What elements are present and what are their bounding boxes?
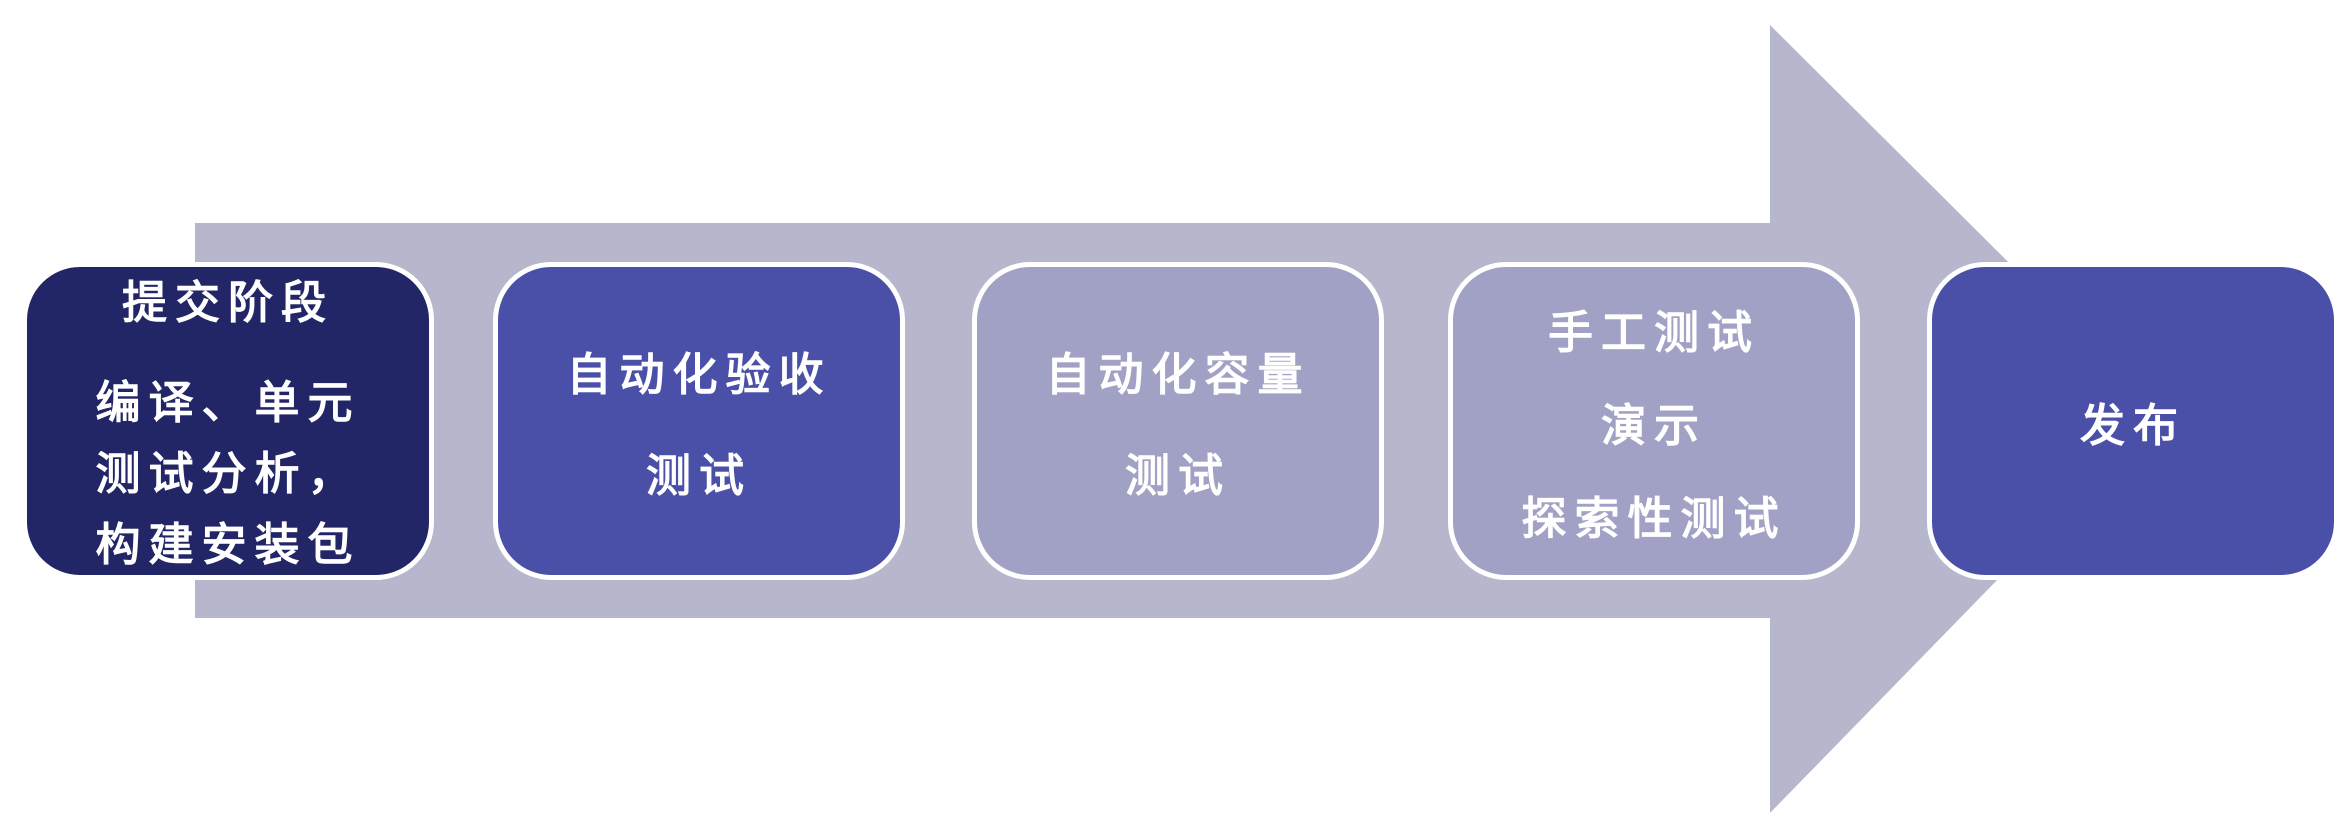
- stage-commit-line-3: 构建安装包: [95, 518, 361, 571]
- stage-commit-line-2: 测试分析，: [95, 447, 361, 500]
- stage-release: 发布: [1927, 262, 2339, 580]
- stage-automated-capacity: 自动化容量 测试: [972, 262, 1384, 580]
- stage-automated-capacity-line-2: 测试: [1124, 449, 1231, 502]
- stage-automated-capacity-line-1: 自动化容量: [1045, 348, 1311, 401]
- stage-commit-line-1: 编译、单元: [95, 376, 361, 429]
- stage-manual-testing-line-1: 手工测试: [1547, 305, 1760, 359]
- stage-release-line-1: 发布: [2079, 398, 2186, 452]
- stage-manual-testing-line-2: 演示: [1600, 398, 1707, 452]
- stage-commit: 提交阶段 编译、单元 测试分析， 构建安装包: [22, 262, 434, 580]
- stage-automated-acceptance-line-1: 自动化验收: [566, 348, 832, 401]
- stage-automated-acceptance-line-2: 测试: [645, 449, 752, 502]
- stage-commit-title: 提交阶段: [121, 276, 334, 329]
- stage-automated-acceptance: 自动化验收 测试: [493, 262, 905, 580]
- stage-manual-testing: 手工测试 演示 探索性测试: [1448, 262, 1860, 580]
- stage-manual-testing-line-3: 探索性测试: [1521, 491, 1787, 545]
